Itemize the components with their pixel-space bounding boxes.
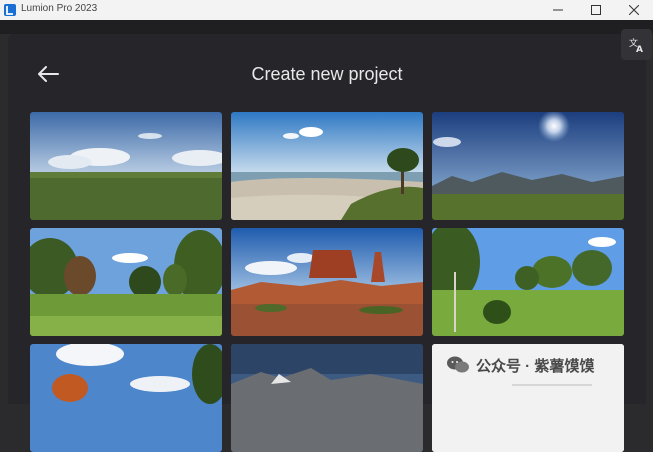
maximize-button[interactable] [577,0,615,20]
window-frame [0,20,653,34]
window-titlebar: Lumion Pro 2023 [0,0,653,20]
window-title: Lumion Pro 2023 [21,3,98,14]
rocky-mountain-thumbnail [231,344,423,452]
mountain-meadow-thumbnail [432,112,624,220]
close-button[interactable] [615,0,653,20]
svg-text:A: A [636,45,643,54]
template-tile-rocky-mountain[interactable] [231,344,423,452]
template-tile-plain-grass[interactable] [30,112,222,220]
translate-icon: 文 A [629,37,643,54]
plain-grass-thumbnail [30,112,222,220]
beach-thumbnail [231,112,423,220]
wechat-icon [447,356,469,373]
template-tile-beach[interactable] [231,112,423,220]
red-rock-desert-thumbnail [231,228,423,336]
template-tile-cloudy-sky[interactable] [30,344,222,452]
template-tile-red-rock-desert[interactable] [231,228,423,336]
cloudy-sky-thumbnail [30,344,222,452]
translate-button[interactable]: 文 A [621,29,652,60]
forest-clearing-thumbnail [30,228,222,336]
back-button[interactable] [34,62,62,86]
minimize-icon [553,9,563,11]
watermark-text: 公众号 · 紫薯馍馍 [476,357,595,375]
wechat-watermark: 公众号 · 紫薯馍馍 [446,350,646,380]
template-tile-tropical-garden[interactable] [432,228,624,336]
close-icon [629,5,639,15]
lumion-app-icon [4,4,16,16]
maximize-icon [591,5,601,15]
page-title: Create new project [251,64,403,84]
tropical-garden-thumbnail [432,228,624,336]
arrow-left-icon [38,66,59,82]
minimize-button[interactable] [539,0,577,20]
template-tile-forest-clearing[interactable] [30,228,222,336]
template-tile-mountain-meadow[interactable] [432,112,624,220]
